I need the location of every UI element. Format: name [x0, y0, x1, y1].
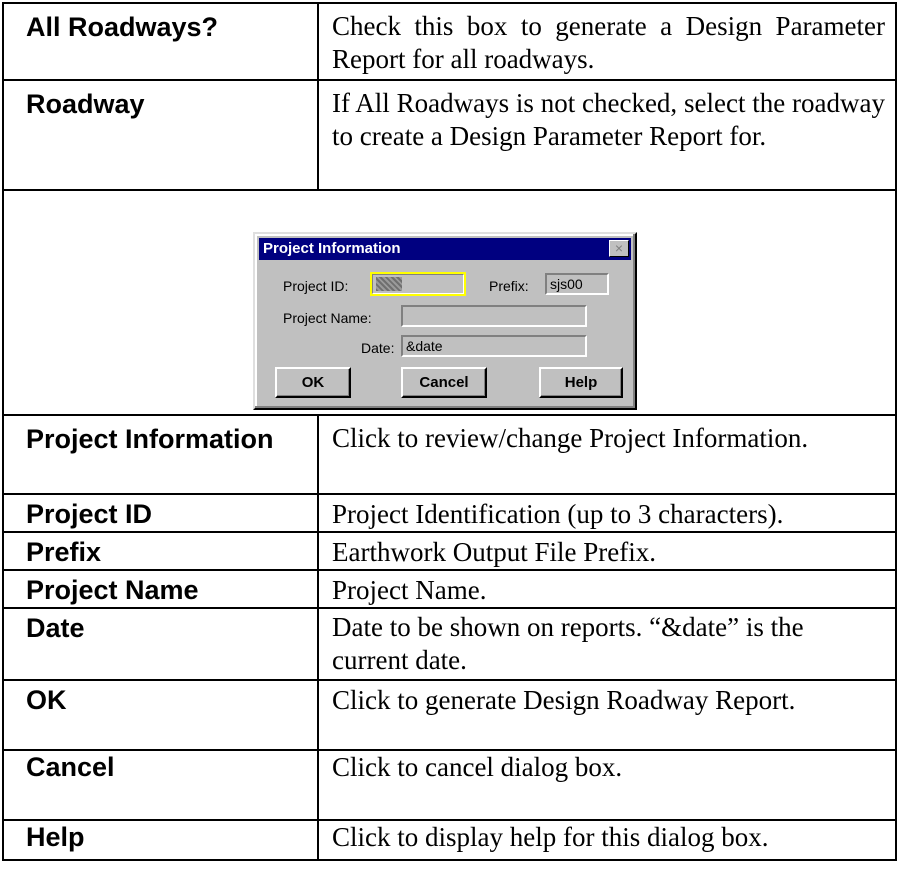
close-icon[interactable]: × [609, 240, 629, 257]
project-name-field[interactable] [401, 305, 587, 327]
term-cell: Prefix [2, 531, 319, 571]
term-cell: OK [2, 679, 319, 751]
term-cell: Cancel [2, 749, 319, 821]
dialog-title: Project Information [263, 240, 401, 257]
dialog-title-bar: Project Information × [259, 238, 631, 260]
cancel-button[interactable]: Cancel [401, 367, 487, 398]
description-cell: Click to generate Design Roadway Report. [317, 679, 897, 751]
table-row: Date Date to be shown on reports. “&date… [2, 607, 897, 681]
table-row: OK Click to generate Design Roadway Repo… [2, 679, 897, 751]
description-cell: Project Name. [317, 569, 897, 609]
table-row: Roadway If All Roadways is not checked, … [2, 79, 897, 191]
prefix-field[interactable]: sjs00 [545, 273, 609, 295]
table-row: Prefix Earthwork Output File Prefix. [2, 531, 897, 571]
term-cell: Project ID [2, 493, 319, 533]
text-selection-highlight [376, 277, 402, 291]
table-row: Project Name Project Name. [2, 569, 897, 609]
description-cell: Check this box to generate a Design Para… [317, 2, 897, 81]
table-row: All Roadways? Check this box to generate… [2, 2, 897, 81]
project-id-field[interactable] [370, 272, 466, 296]
date-field[interactable]: &date [401, 335, 587, 357]
help-button[interactable]: Help [539, 367, 623, 398]
description-cell: If All Roadways is not checked, select t… [317, 79, 897, 191]
description-cell: Date to be shown on reports. “&date” is … [317, 607, 897, 681]
term-cell: Roadway [2, 79, 319, 191]
description-cell: Project Identification (up to 3 characte… [317, 493, 897, 533]
term-cell: Project Information [2, 414, 319, 495]
term-cell: All Roadways? [2, 2, 319, 81]
term-cell: Help [2, 819, 319, 861]
description-cell: Earthwork Output File Prefix. [317, 531, 897, 571]
parameter-table-document: All Roadways? Check this box to generate… [2, 2, 897, 861]
prefix-label: Prefix: [489, 278, 529, 294]
ok-button[interactable]: OK [275, 367, 351, 398]
project-id-label: Project ID: [283, 278, 349, 294]
project-name-label: Project Name: [283, 310, 372, 326]
date-label: Date: [361, 340, 395, 356]
term-cell: Project Name [2, 569, 319, 609]
description-cell: Click to review/change Project Informati… [317, 414, 897, 495]
table-row: Project Information Click to review/chan… [2, 414, 897, 495]
description-cell: Click to cancel dialog box. [317, 749, 897, 821]
table-row: Help Click to display help for this dial… [2, 819, 897, 861]
table-row: Project ID Project Identification (up to… [2, 493, 897, 533]
description-cell: Click to display help for this dialog bo… [317, 819, 897, 861]
table-row: Cancel Click to cancel dialog box. [2, 749, 897, 821]
project-information-dialog: Project Information × Project ID: Prefix… [253, 232, 637, 410]
parameter-table: All Roadways? Check this box to generate… [2, 2, 897, 861]
term-cell: Date [2, 607, 319, 681]
